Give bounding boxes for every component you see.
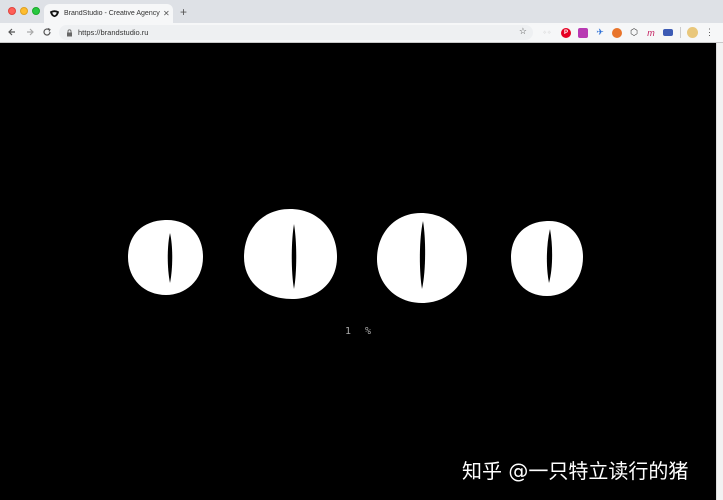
browser-chrome: BrandStudio - Creative Agency ✕ + https:… [0,0,723,43]
eye-4 [511,220,583,296]
extension-m-icon[interactable]: m [646,28,656,38]
eyes-loader [128,209,583,303]
extensions-bar: ⁘⁘ P ✈ ⬡ m ⋮ [540,26,714,39]
reload-icon [43,28,51,36]
extension-bird-icon[interactable]: ✈ [595,27,605,38]
scrollbar[interactable] [716,43,723,500]
toolbar: https://brandstudio.ru ☆ ⁘⁘ P ✈ ⬡ m ⋮ [0,23,723,43]
maximize-window-button[interactable] [32,7,40,15]
eye-1 [128,219,203,295]
new-tab-button[interactable]: + [180,6,187,18]
extension-orange-icon[interactable] [612,27,622,38]
bookmark-star-icon[interactable]: ☆ [519,26,527,37]
page-content: 1 % 知乎 @一只特立读行的猪 [0,43,716,500]
address-bar[interactable]: https://brandstudio.ru ☆ [59,25,533,40]
eye-3 [377,213,467,303]
tab-title: BrandStudio - Creative Agency [64,10,160,17]
extension-blue-icon[interactable] [663,29,673,36]
forward-button[interactable] [24,26,36,38]
pinterest-icon[interactable]: P [561,27,571,38]
minimize-window-button[interactable] [20,7,28,15]
close-tab-icon[interactable]: ✕ [163,9,170,18]
arrow-right-icon [27,28,34,36]
extension-cube-icon[interactable]: ⬡ [629,27,639,38]
watermark-text: 知乎 @一只特立读行的猪 [462,459,689,483]
arrow-left-icon [8,28,15,36]
close-window-button[interactable] [8,7,16,15]
extension-text-icon[interactable]: ⁘⁘ [540,28,554,38]
profile-avatar[interactable] [687,27,698,38]
reload-button[interactable] [41,26,53,38]
brandstudio-favicon-icon [49,8,60,19]
url-text: https://brandstudio.ru [78,28,149,37]
lock-icon [66,28,73,37]
extension-purple-icon[interactable] [578,27,588,38]
tab-brandstudio[interactable]: BrandStudio - Creative Agency ✕ [44,4,173,23]
eye-2 [244,209,337,299]
loading-progress: 1 % [344,326,376,337]
browser-menu-icon[interactable]: ⋮ [705,28,714,37]
tab-bar: BrandStudio - Creative Agency ✕ + [0,0,723,23]
back-button[interactable] [6,26,18,38]
toolbar-divider [680,27,681,38]
